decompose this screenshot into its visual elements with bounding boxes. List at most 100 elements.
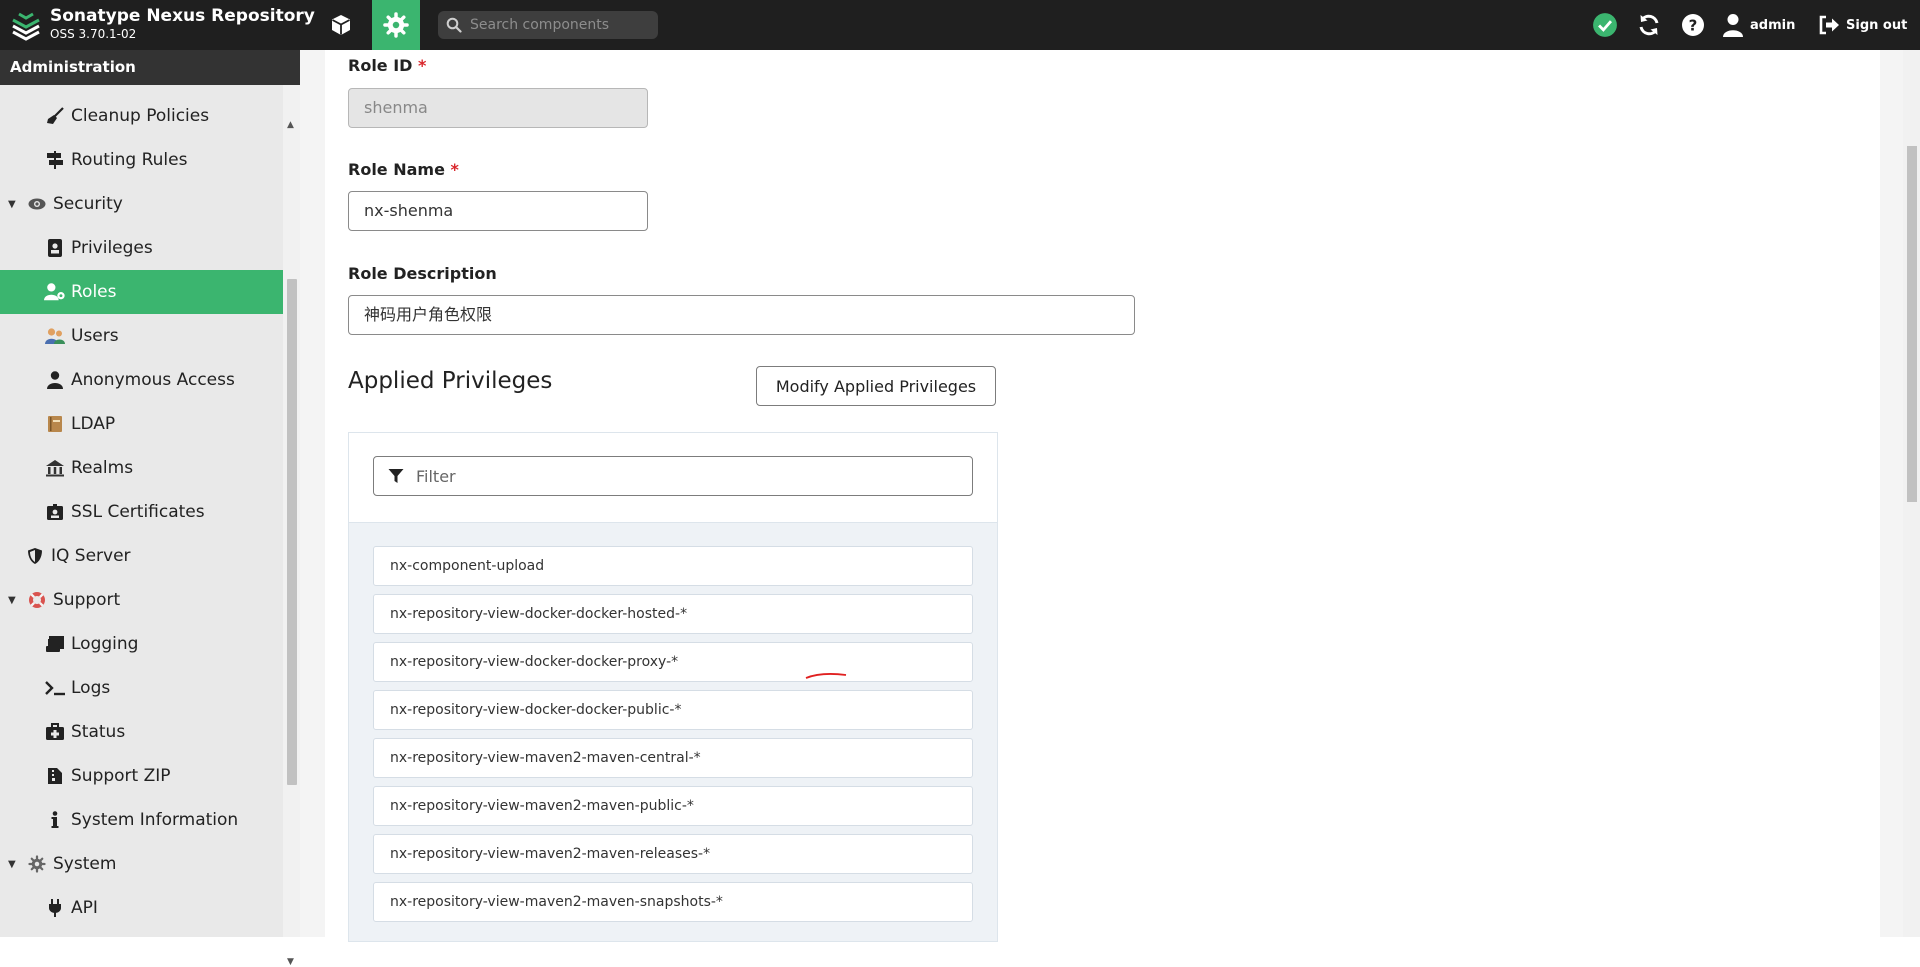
gear-icon [383,12,409,38]
applied-privileges-panel: nx-component-upload nx-repository-view-d… [348,432,998,942]
privilege-item[interactable]: nx-repository-view-maven2-maven-releases… [373,834,973,874]
role-name-field[interactable]: nx-shenma [348,191,648,231]
check-circle-icon [1593,13,1617,37]
refresh-icon [1639,14,1659,36]
privilege-item[interactable]: nx-repository-view-docker-docker-public-… [373,690,973,730]
modify-applied-privileges-button[interactable]: Modify Applied Privileges [756,366,996,406]
file-zip-icon [48,768,62,784]
filter-box [373,456,973,496]
sidebar-item-status[interactable]: Status [0,710,283,754]
sidebar-scrollbar-thumb[interactable] [287,279,297,785]
applied-privileges-title: Applied Privileges [348,368,553,394]
sidebar-item-label: System [53,854,117,874]
sidebar-item-label: Cleanup Policies [71,106,210,126]
expand-arrow-icon[interactable]: ▼ [8,859,22,870]
sidebar-item-users[interactable]: Users [0,314,283,358]
user-menu-button[interactable]: admin [1722,0,1807,50]
sign-out-icon [1819,15,1839,35]
nexus-logo-icon [12,12,40,41]
sidebar-item-routing-rules[interactable]: Routing Rules [0,138,283,182]
sidebar-item-logging[interactable]: Logging [0,622,283,666]
sidebar-item-support[interactable]: ▼ Support [0,578,283,622]
privilege-item[interactable]: nx-repository-view-docker-docker-proxy-* [373,642,973,682]
sidebar-item-logs[interactable]: Logs [0,666,283,710]
role-edit-form: Role ID * shenma Role Name * nx-shenma R… [325,50,1880,942]
sidebar-item-label: Realms [71,458,134,478]
sidebar-item-label: Support ZIP [71,766,171,786]
sign-out-button[interactable]: Sign out [1818,0,1918,50]
sidebar-item-label: LDAP [71,414,116,434]
sidebar-item-label: Privileges [71,238,153,258]
sidebar-item-anonymous-access[interactable]: Anonymous Access [0,358,283,402]
book-icon [48,416,62,432]
sidebar-item-label: Logging [71,634,139,654]
scroll-icon [46,636,64,652]
system-health-button[interactable] [1590,0,1620,50]
main-scrollbar-thumb[interactable] [1907,146,1917,502]
sidebar-item-label: API [71,898,98,918]
main-area: Role ID * shenma Role Name * nx-shenma R… [300,50,1920,942]
question-icon: ? [1682,14,1704,36]
filter-area [349,433,997,523]
sidebar-item-iq-server[interactable]: IQ Server [0,534,283,578]
search-box [438,11,658,39]
privilege-item[interactable]: nx-component-upload [373,546,973,586]
role-description-label: Role Description [348,264,497,283]
role-description-field[interactable]: 神码用户角色权限 [348,295,1135,335]
user-name: admin [1750,17,1796,33]
sidebar-item-support-zip[interactable]: Support ZIP [0,754,283,798]
refresh-button[interactable] [1634,0,1664,50]
shield-icon [28,548,42,564]
sidebar-item-system-information[interactable]: System Information [0,798,283,842]
sidebar-item-label: Roles [71,282,117,302]
sidebar-item-label: Users [71,326,119,346]
gear-icon [28,855,46,873]
svg-text:?: ? [1689,17,1698,35]
medkit-icon [46,723,64,740]
privilege-list: nx-component-upload nx-repository-view-d… [373,546,973,930]
sidebar-item-ssl-certificates[interactable]: SSL Certificates [0,490,283,534]
info-icon [51,811,59,828]
scroll-down-arrow-icon[interactable]: ▼ [287,957,294,967]
id-card-icon [47,504,63,520]
sidebar-item-label: SSL Certificates [71,502,205,522]
app-name: Sonatype Nexus Repository [50,6,315,26]
sidebar-item-label: Security [53,194,123,214]
browse-button[interactable] [317,0,365,50]
sidebar-item-roles[interactable]: Roles [0,270,283,314]
sidebar-item-system[interactable]: ▼ System [0,842,283,886]
privilege-item[interactable]: nx-repository-view-maven2-maven-public-* [373,786,973,826]
search-icon [446,17,462,33]
search-input[interactable] [468,16,652,34]
filter-input[interactable] [414,465,958,487]
sidebar-title: Administration [0,50,300,85]
role-id-field: shenma [348,88,648,128]
user-icon [1723,14,1743,37]
sidebar-item-privileges[interactable]: Privileges [0,226,283,270]
sidebar-item-label: Routing Rules [71,150,188,170]
user-icon [47,371,63,389]
expand-arrow-icon[interactable]: ▼ [8,199,22,210]
sidebar-item-ldap[interactable]: LDAP [0,402,283,446]
privilege-item[interactable]: nx-repository-view-maven2-maven-central-… [373,738,973,778]
sidebar-item-security[interactable]: ▼ Security [0,182,283,226]
scroll-up-arrow-icon[interactable]: ▲ [287,120,294,130]
realms-icon [46,460,64,477]
help-button[interactable]: ? [1678,0,1708,50]
sidebar-item-label: System Information [71,810,239,830]
privilege-item[interactable]: nx-repository-view-docker-docker-hosted-… [373,594,973,634]
sidebar-item-cleanup-policies[interactable]: Cleanup Policies [0,94,283,138]
privilege-item[interactable]: nx-repository-view-maven2-maven-snapshot… [373,882,973,922]
main-scrollbar[interactable] [1903,50,1920,937]
expand-arrow-icon[interactable]: ▼ [8,595,22,606]
sidebar-item-api[interactable]: API [0,886,283,930]
administration-button[interactable] [372,0,420,50]
id-badge-icon [48,239,62,257]
signpost-icon [47,151,63,169]
sidebar-item-realms[interactable]: Realms [0,446,283,490]
cube-icon [332,15,350,35]
annotation-underline-mark [805,673,847,679]
terminal-icon [45,681,65,696]
sidebar-scrollbar[interactable]: ▲ ▼ [283,85,300,967]
sidebar-item-label: Anonymous Access [71,370,235,390]
